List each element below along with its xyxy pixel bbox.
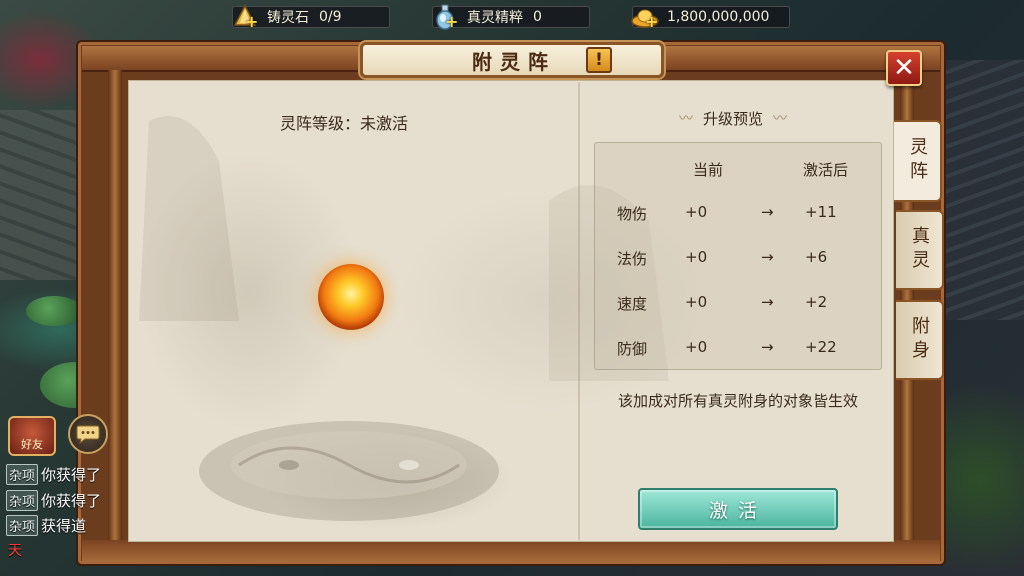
chat-text: 你获得了 [41, 491, 102, 510]
arrow-icon: → [761, 203, 774, 221]
dialog-title-plate: 附灵阵 [360, 42, 664, 78]
table-row: 法伤 +0 → +6 [595, 248, 883, 268]
chat-message[interactable]: 杂项 你获得了 [6, 489, 102, 511]
bonus-note: 该加成对所有真灵附身的对象皆生效 [617, 392, 858, 410]
spirit-vial-icon[interactable]: + [429, 1, 461, 33]
gold-stone-icon[interactable]: + [229, 1, 261, 33]
stat-after: +2 [805, 293, 828, 311]
table-row: 防御 +0 → +22 [595, 338, 883, 358]
cloud-ornament-icon: 〰 [773, 111, 787, 127]
array-level-label: 灵阵等级：未激活 [280, 114, 409, 133]
arrow-icon: → [761, 338, 774, 356]
chat-text: 你获得了 [41, 465, 102, 484]
table-header: 当前 激活后 [595, 159, 883, 179]
resource-value: 1,800,000,000 [667, 9, 770, 25]
tab-true-spirit[interactable]: 真灵 [896, 210, 944, 290]
friends-button[interactable]: 好友 [8, 416, 56, 456]
fire-orb-icon[interactable] [318, 264, 384, 330]
cloud-ornament-icon: 〰 [678, 111, 693, 127]
stat-current: +0 [685, 338, 708, 356]
stat-name: 速度 [617, 295, 648, 313]
add-icon: + [445, 12, 459, 31]
tab-possession[interactable]: 附身 [896, 300, 944, 380]
add-icon: + [645, 12, 659, 31]
resource-value: 0/9 [319, 9, 342, 25]
arrow-icon: → [761, 248, 774, 266]
upgrade-preview-title: 升级预览 [702, 109, 763, 128]
dialog-title: 附灵阵 [472, 49, 556, 74]
chat-channel-label[interactable]: 天 [8, 540, 22, 560]
info-button[interactable]: ! [586, 47, 612, 73]
column-current: 当前 [693, 161, 724, 179]
resource-name: 铸灵石 [267, 10, 309, 26]
table-row: 物伤 +0 → +11 [595, 203, 883, 223]
lotus-leaf-scenery [26, 296, 82, 326]
tab-spirit-array[interactable]: 灵阵 [894, 120, 942, 202]
resource-spirit-essence: + 真灵精粹 0 [432, 4, 590, 30]
stat-name: 法伤 [617, 250, 648, 268]
frame-bottom-beam [82, 540, 940, 562]
stat-preview-table: 当前 激活后 物伤 +0 → +11 法伤 +0 → +6 速度 +0 → +2… [594, 142, 882, 370]
stat-current: +0 [685, 203, 708, 221]
chat-tag: 杂项 [6, 463, 39, 485]
stat-name: 防御 [617, 340, 648, 358]
stat-after: +6 [805, 248, 828, 266]
friends-label: 好友 [21, 438, 43, 451]
frame-left-post [108, 70, 122, 552]
chat-tag: 杂项 [6, 514, 39, 536]
chat-bubble-icon [76, 425, 100, 444]
stat-after: +11 [805, 203, 837, 221]
activate-button[interactable]: 激活 [638, 488, 838, 530]
stat-current: +0 [685, 248, 708, 266]
resource-value: 0 [533, 9, 542, 25]
chat-message[interactable]: 杂项 你获得了 [6, 463, 102, 485]
chat-button[interactable] [68, 414, 108, 454]
stat-current: +0 [685, 293, 708, 311]
stat-after: +22 [805, 338, 837, 356]
column-after: 激活后 [803, 161, 849, 179]
close-button[interactable]: ✕ [886, 50, 922, 86]
add-icon: + [245, 12, 259, 31]
resource-gold: + 1,800,000,000 [629, 1, 790, 33]
stat-name: 物伤 [617, 205, 648, 223]
chat-text: 获得道 [41, 516, 87, 535]
resource-name: 真灵精粹 [467, 10, 523, 26]
table-row: 速度 +0 → +2 [595, 293, 883, 313]
panel-divider [578, 82, 580, 540]
chat-tag: 杂项 [6, 489, 39, 511]
resource-forging-stone: + 铸灵石 0/9 [232, 4, 390, 30]
chat-message[interactable]: 杂项 获得道 [6, 514, 87, 536]
arrow-icon: → [761, 293, 774, 311]
gold-ingot-icon[interactable]: + [629, 1, 661, 33]
upgrade-preview-header: 〰 升级预览 〰 [630, 108, 836, 128]
